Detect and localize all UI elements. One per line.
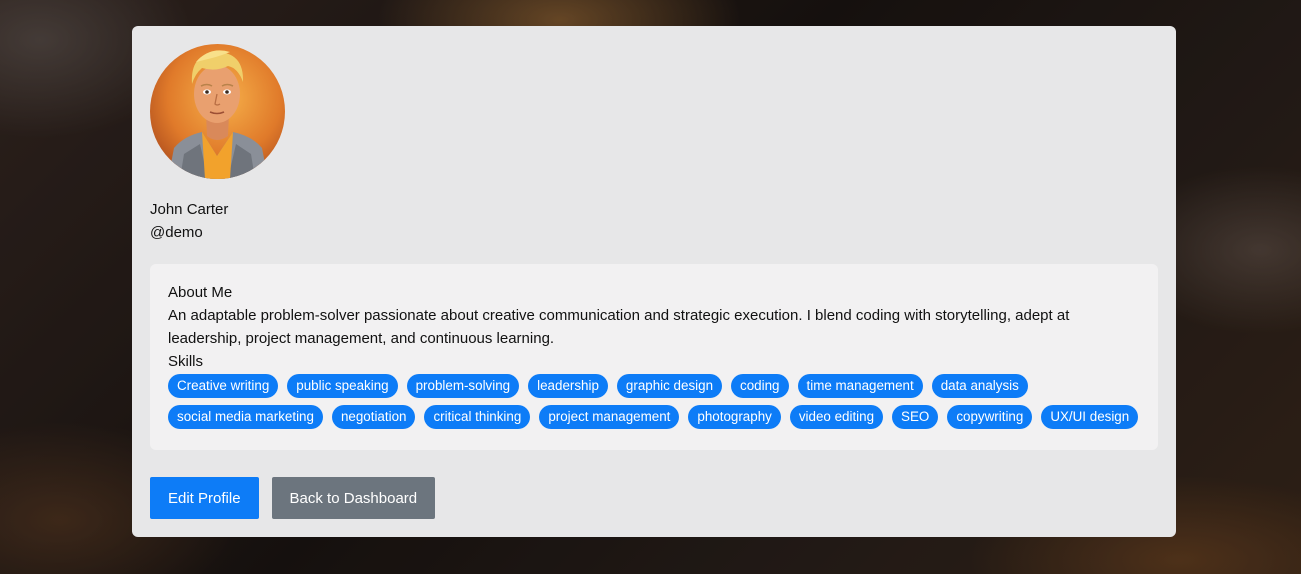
skill-tag: negotiation	[331, 405, 416, 429]
skill-tag: UX/UI design	[1041, 405, 1139, 429]
skill-tag: project management	[539, 405, 680, 429]
full-name: John Carter	[150, 201, 229, 218]
skills-heading: Skills	[168, 353, 204, 370]
skill-tag: data analysis	[931, 374, 1028, 398]
profile-identity: John Carter @demo	[150, 198, 1158, 244]
skill-tag: social media marketing	[168, 405, 323, 429]
profile-card: John Carter @demo About Me An adaptable …	[132, 26, 1176, 537]
skill-tag: Creative writing	[168, 374, 279, 398]
about-text: An adaptable problem-solver passionate a…	[168, 307, 1070, 347]
skill-tag: SEO	[892, 405, 939, 429]
skill-tag: problem-solving	[406, 374, 520, 398]
skill-tag: time management	[797, 374, 923, 398]
profile-actions: Edit Profile Back to Dashboard	[150, 477, 1158, 519]
about-section: About Me An adaptable problem-solver pas…	[150, 264, 1158, 450]
avatar	[150, 44, 285, 179]
skill-tag: copywriting	[947, 405, 1033, 429]
skill-tag: public speaking	[287, 374, 398, 398]
back-to-dashboard-button[interactable]: Back to Dashboard	[271, 477, 436, 519]
username: @demo	[150, 224, 203, 241]
skills-list: Creative writing public speaking problem…	[168, 374, 1140, 429]
skill-tag: video editing	[789, 405, 884, 429]
about-heading: About Me	[168, 284, 233, 301]
skill-tag: coding	[731, 374, 789, 398]
skill-tag: photography	[688, 405, 781, 429]
skill-tag: critical thinking	[424, 405, 531, 429]
skill-tag: graphic design	[616, 374, 723, 398]
skill-tag: leadership	[528, 374, 608, 398]
edit-profile-button[interactable]: Edit Profile	[150, 477, 259, 519]
